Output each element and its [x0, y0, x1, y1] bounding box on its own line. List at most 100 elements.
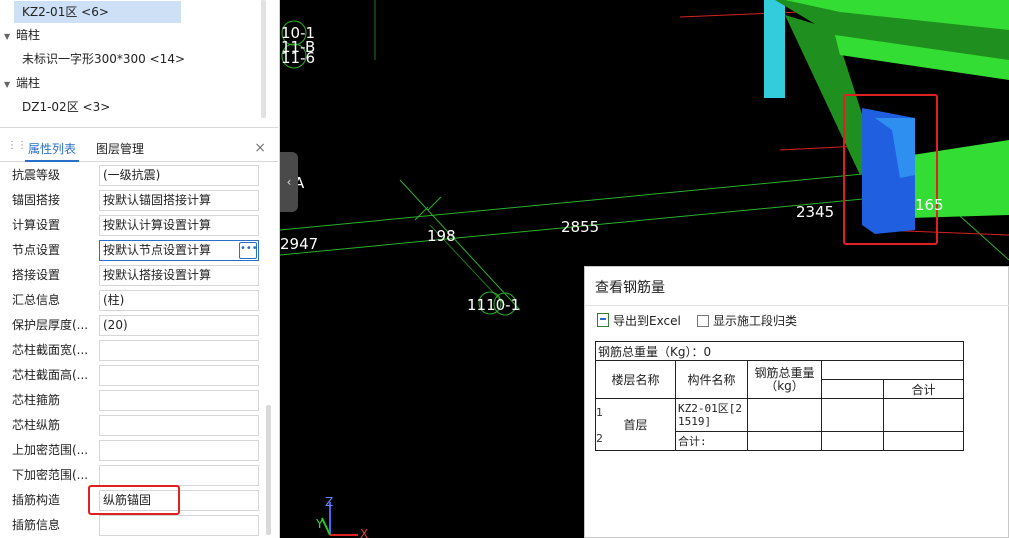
checkbox-icon[interactable]	[697, 315, 709, 327]
header-floor: 楼层名称	[595, 360, 676, 399]
property-label: 节点设置	[12, 243, 61, 257]
floor-cell[interactable]: 首层	[595, 398, 676, 451]
property-label: 下加密范围(...	[12, 468, 89, 482]
export-label: 导出到Excel	[613, 314, 681, 328]
property-row: 插筋信息	[0, 514, 266, 538]
header-weight-text: 钢筋总重量（kg）	[754, 365, 815, 393]
header-component-text: 构件名称	[687, 373, 736, 387]
x-axis-label: X	[360, 527, 368, 538]
property-label: 锚固搭接	[12, 193, 61, 207]
tab-properties[interactable]: 属性列表	[25, 136, 79, 162]
rebar-quantity-dialog: 查看钢筋量 导出到Excel 显示施工段归类 1 2 钢筋总重量（Kg）：0 楼…	[584, 266, 1009, 538]
weight-cell[interactable]	[747, 398, 822, 432]
property-row: 搭接设置 按默认搭接设置计算	[0, 264, 266, 289]
property-row: 汇总信息 (柱)	[0, 289, 266, 314]
property-label: 插筋构造	[12, 493, 61, 507]
tree-scrollbar[interactable]	[261, 0, 266, 118]
rebar-table: 钢筋总重量（Kg）：0 楼层名称 构件名称 钢筋总重量（kg） 合计 首层 KZ…	[595, 341, 964, 451]
z-axis-label: Z	[325, 495, 333, 509]
property-label: 芯柱箍筋	[12, 393, 61, 407]
row-total-cell[interactable]: 合计:	[675, 431, 748, 451]
tree-item-unlabeled-wall-column[interactable]: 未标识一字形300*300 <14>	[22, 48, 185, 70]
tree-item-kz2-01[interactable]: KZ2-01区 <6>	[14, 1, 181, 23]
property-value[interactable]	[99, 440, 259, 461]
property-value-text: 按默认节点设置计算	[103, 243, 212, 257]
property-value[interactable]: 按默认计算设置计算	[99, 215, 259, 236]
tree-group-hidden-column[interactable]: ▼ 暗柱	[4, 24, 40, 46]
more-options-button[interactable]: •••	[239, 242, 258, 259]
total-weight-cell: 钢筋总重量（Kg）：0	[595, 341, 964, 361]
property-row: 保护层厚度(... (20)	[0, 314, 266, 339]
property-value[interactable]	[99, 515, 259, 536]
property-label: 插筋信息	[12, 518, 61, 532]
property-row: 抗震等级 (一级抗震)	[0, 164, 266, 189]
header-blank	[821, 360, 964, 380]
property-value[interactable]: (20)	[99, 315, 259, 336]
panel-tab-bar: ⋮⋮ 属性列表 图层管理 ×	[0, 136, 278, 162]
header-floor-text: 楼层名称	[611, 373, 660, 387]
tree-group-label: 端柱	[16, 76, 41, 90]
caret-down-icon[interactable]: ▼	[4, 26, 16, 48]
dimension-label: 198	[427, 227, 456, 245]
property-value-node-setting[interactable]: 按默认节点设置计算 •••	[99, 240, 259, 261]
property-value[interactable]: 按默认搭接设置计算	[99, 265, 259, 286]
property-value[interactable]	[99, 465, 259, 486]
show-stage-label: 显示施工段归类	[713, 314, 798, 328]
property-value[interactable]	[99, 415, 259, 436]
dimension-label: 165	[915, 196, 944, 214]
header-subtotal-text: 合计	[911, 382, 936, 397]
property-value[interactable]	[99, 390, 259, 411]
floor-name: 首层	[623, 418, 648, 432]
row-total-label: 合计:	[678, 434, 707, 448]
dimension-tick	[414, 206, 429, 221]
dimension-label: 2345	[796, 203, 834, 221]
collapse-panel-handle[interactable]: ‹	[280, 152, 298, 212]
tree-group-end-column[interactable]: ▼ 端柱	[4, 72, 40, 94]
property-value[interactable]: (一级抗震)	[99, 165, 259, 186]
grid-line	[399, 179, 521, 311]
component-name: KZ2-01区[21519]	[678, 402, 742, 428]
property-label: 搭接设置	[12, 268, 61, 282]
dialog-toolbar: 导出到Excel 显示施工段归类	[585, 305, 1009, 333]
value-cell[interactable]	[821, 398, 884, 432]
tab-layers[interactable]: 图层管理	[96, 136, 144, 162]
cyan-column	[764, 0, 785, 98]
value-cell[interactable]	[883, 398, 964, 432]
property-row: 节点设置 按默认节点设置计算 •••	[0, 239, 266, 264]
value-cell[interactable]	[747, 431, 822, 451]
property-row: 芯柱箍筋	[0, 389, 266, 414]
caret-down-icon[interactable]: ▼	[4, 74, 16, 96]
export-icon	[597, 313, 609, 327]
property-scrollbar[interactable]	[266, 405, 271, 535]
highlight-box	[88, 485, 180, 515]
property-value[interactable]	[99, 365, 259, 386]
property-value[interactable]: 按默认锚固搭接计算	[99, 190, 259, 211]
property-list: 抗震等级 (一级抗震) 锚固搭接 按默认锚固搭接计算 计算设置 按默认计算设置计…	[0, 164, 278, 538]
value-cell[interactable]	[883, 431, 964, 451]
component-cell[interactable]: KZ2-01区[21519]	[675, 398, 748, 432]
header-blank	[821, 379, 884, 399]
axis-label: 1110-1	[467, 296, 520, 314]
tree-item-dz1-02[interactable]: DZ1-02区 <3>	[22, 96, 110, 118]
property-row: 计算设置 按默认计算设置计算	[0, 214, 266, 239]
property-value[interactable]: (柱)	[99, 290, 259, 311]
property-label: 芯柱截面高(...	[12, 368, 89, 382]
property-row: 上加密范围(...	[0, 439, 266, 464]
dimension-tick	[427, 196, 442, 211]
property-value[interactable]	[99, 340, 259, 361]
export-excel-button[interactable]: 导出到Excel	[597, 312, 681, 329]
dialog-title: 查看钢筋量	[595, 280, 665, 296]
property-row: 芯柱纵筋	[0, 414, 266, 439]
chevron-left-icon: ‹	[286, 175, 292, 189]
property-label: 芯柱截面宽(...	[12, 343, 89, 357]
property-row: 锚固搭接 按默认锚固搭接计算	[0, 189, 266, 214]
close-icon[interactable]: ×	[254, 140, 266, 156]
property-label: 上加密范围(...	[12, 443, 89, 457]
drag-grip-icon[interactable]: ⋮⋮	[7, 141, 27, 155]
show-stage-checkbox[interactable]: 显示施工段归类	[697, 312, 797, 329]
header-subtotal: 合计	[883, 379, 964, 399]
property-label: 芯柱纵筋	[12, 418, 61, 432]
axis-label: 11-6	[281, 49, 315, 67]
value-cell[interactable]	[821, 431, 884, 451]
property-label: 计算设置	[12, 218, 61, 232]
